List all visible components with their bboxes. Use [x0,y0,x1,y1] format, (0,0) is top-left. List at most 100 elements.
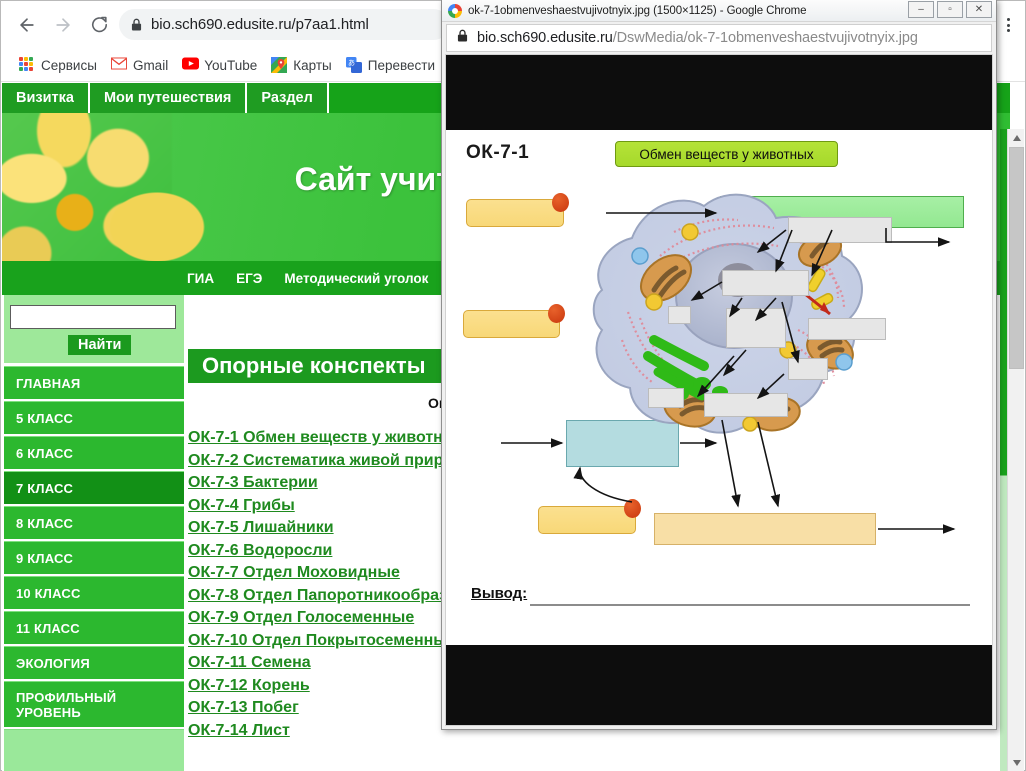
nav-item-vizitka[interactable]: Визитка [2,83,90,113]
lesson-link[interactable]: ОК-7-11 Семена [188,654,311,671]
animal-cell-diagram [592,193,863,434]
lesson-link[interactable]: ОК-7-7 Отдел Моховидные [188,564,400,581]
lesson-link[interactable]: ОК-7-13 Побег [188,699,299,716]
sidebar-item-ecology[interactable]: ЭКОЛОГИЯ [4,646,184,679]
yellow-box-1 [466,199,564,227]
bookmark-label: Сервисы [41,57,97,73]
lesson-link[interactable]: ОК-7-3 Бактерии [188,474,318,491]
close-button[interactable]: ✕ [966,1,992,18]
bookmark-translate[interactable]: あ Перевести [342,52,445,78]
conclusion-label: Вывод: [471,585,528,602]
image-viewer-address-bar[interactable]: bio.sch690.edusite.ru/DswMedia/ok-7-1obm… [446,24,992,52]
red-dot-3 [624,499,641,518]
image-viewport[interactable]: ОК-7-1 Обмен веществ у животных Вывод: [445,54,993,726]
search-button[interactable]: Найти [68,335,132,355]
page-right-accent-strip [1000,129,1007,771]
gray-callout-4 [726,308,786,348]
nav-item-section[interactable]: Раздел [247,83,329,113]
lesson-link[interactable]: ОК-7-8 Отдел Папоротникообразн [188,587,457,604]
sidebar-item-empty [4,729,184,771]
apps-grid-icon [19,57,35,73]
youtube-icon [182,57,200,73]
back-button[interactable] [13,11,41,39]
lesson-link[interactable]: ОК-7-5 Лишайники [188,519,334,536]
worksheet-code-label: ОК-7-1 [466,142,530,163]
bookmark-youtube[interactable]: YouTube [178,52,267,78]
gray-callout-8 [704,393,788,417]
lesson-link[interactable]: ОК-7-1 Обмен веществ у животны [188,429,456,446]
sidebar-item-grade11[interactable]: 11 КЛАСС [4,611,184,644]
google-translate-icon: あ [345,57,362,73]
sidebar-item-grade9[interactable]: 9 КЛАСС [4,541,184,574]
letterbox-bottom [446,645,992,725]
reload-button[interactable] [85,11,113,39]
lesson-link[interactable]: ОК-7-14 Лист [188,722,290,739]
subnav-item-method[interactable]: Методический уголок [284,271,428,286]
conclusion-rule [530,604,970,606]
gray-callout-3 [668,306,691,324]
worksheet-title-chip: Обмен веществ у животных [615,141,838,167]
bookmark-label: Gmail [132,57,169,73]
lesson-link[interactable]: ОК-7-4 Грибы [188,497,295,514]
forward-button[interactable] [49,11,77,39]
bookmark-gmail[interactable]: Gmail [107,52,178,78]
letterbox-top [446,55,992,130]
lesson-link[interactable]: ОК-7-12 Корень [188,677,310,694]
lock-icon [131,18,142,31]
window-title-bar[interactable]: ok-7-1obmenveshaestvujivotnyix.jpg (1500… [442,0,996,22]
window-title: ok-7-1obmenveshaestvujivotnyix.jpg (1500… [468,4,807,17]
lock-icon [457,29,468,47]
subnav-item-ege[interactable]: ЕГЭ [236,271,262,286]
lesson-link[interactable]: ОК-7-9 Отдел Голосеменные [188,609,414,626]
url-domain: bio.sch690.edusite.ru [477,30,613,46]
gray-callout-2 [722,270,809,296]
bookmark-services[interactable]: Сервисы [15,52,107,78]
search-input[interactable] [10,305,176,329]
sidebar-item-grade10[interactable]: 10 КЛАСС [4,576,184,609]
bookmark-label: YouTube [204,57,258,73]
site-sidebar: ГЛАВНАЯ 5 КЛАСС 6 КЛАСС 7 КЛАСС 8 КЛАСС … [4,366,184,771]
sidebar-item-grade6[interactable]: 6 КЛАСС [4,436,184,469]
gmail-icon [110,57,127,73]
bookmark-label: Карты [293,57,332,73]
three-dot-menu-icon[interactable] [997,11,1019,39]
gray-callout-1 [788,217,892,243]
sidebar-item-grade7[interactable]: 7 КЛАСС [4,471,184,504]
minimize-button[interactable]: – [908,1,934,18]
sidebar-item-main[interactable]: ГЛАВНАЯ [4,366,184,399]
scroll-down-arrow-icon[interactable] [1008,754,1025,771]
orange-answer-box [654,513,876,545]
lesson-link[interactable]: ОК-7-6 Водоросли [188,542,332,559]
address-bar-url: bio.sch690.edusite.ru/p7aa1.html [151,16,369,33]
google-maps-icon [271,57,288,73]
sidebar-item-profile-level[interactable]: ПРОФИЛЬНЫЙ УРОВЕНЬ [4,681,184,727]
screen: bio.sch690.edusite.ru/p7aa1.html Сервисы… [0,0,1026,771]
subnav-item-gia[interactable]: ГИА [187,271,214,286]
image-url: bio.sch690.edusite.ru/DswMedia/ok-7-1obm… [477,30,918,46]
gray-callout-6 [788,358,828,380]
address-bar[interactable]: bio.sch690.edusite.ru/p7aa1.html [119,9,449,40]
sidebar-item-grade8[interactable]: 8 КЛАСС [4,506,184,539]
maximize-button[interactable]: ▫ [937,1,963,18]
svg-text:あ: あ [348,59,355,67]
scrollbar-thumb[interactable] [1009,147,1024,369]
site-banner-title: Сайт учител [294,161,490,197]
scroll-up-arrow-icon[interactable] [1008,129,1025,146]
bookmark-label: Перевести [367,57,435,73]
worksheet-image: ОК-7-1 Обмен веществ у животных Вывод: [446,130,992,645]
url-path: /DswMedia/ok-7-1obmenveshaestvujivotnyix… [612,30,918,46]
gray-callout-7 [648,388,684,408]
sidebar-item-grade5[interactable]: 5 КЛАСС [4,401,184,434]
image-viewer-window: ok-7-1obmenveshaestvujivotnyix.jpg (1500… [441,0,997,730]
gray-callout-5 [808,318,886,340]
page-scrollbar[interactable] [1007,129,1024,771]
lesson-link[interactable]: ОК-7-10 Отдел Покрытосеменные [188,632,456,649]
lesson-link[interactable]: ОК-7-2 Систематика живой природ [188,452,463,469]
yellow-box-3 [538,506,636,534]
yellow-box-2 [463,310,560,338]
chrome-icon [448,3,462,18]
bookmark-maps[interactable]: Карты [267,52,341,78]
nav-item-travels[interactable]: Мои путешествия [89,83,248,113]
site-search-area: Найти [4,295,184,363]
window-controls: – ▫ ✕ [908,1,992,18]
